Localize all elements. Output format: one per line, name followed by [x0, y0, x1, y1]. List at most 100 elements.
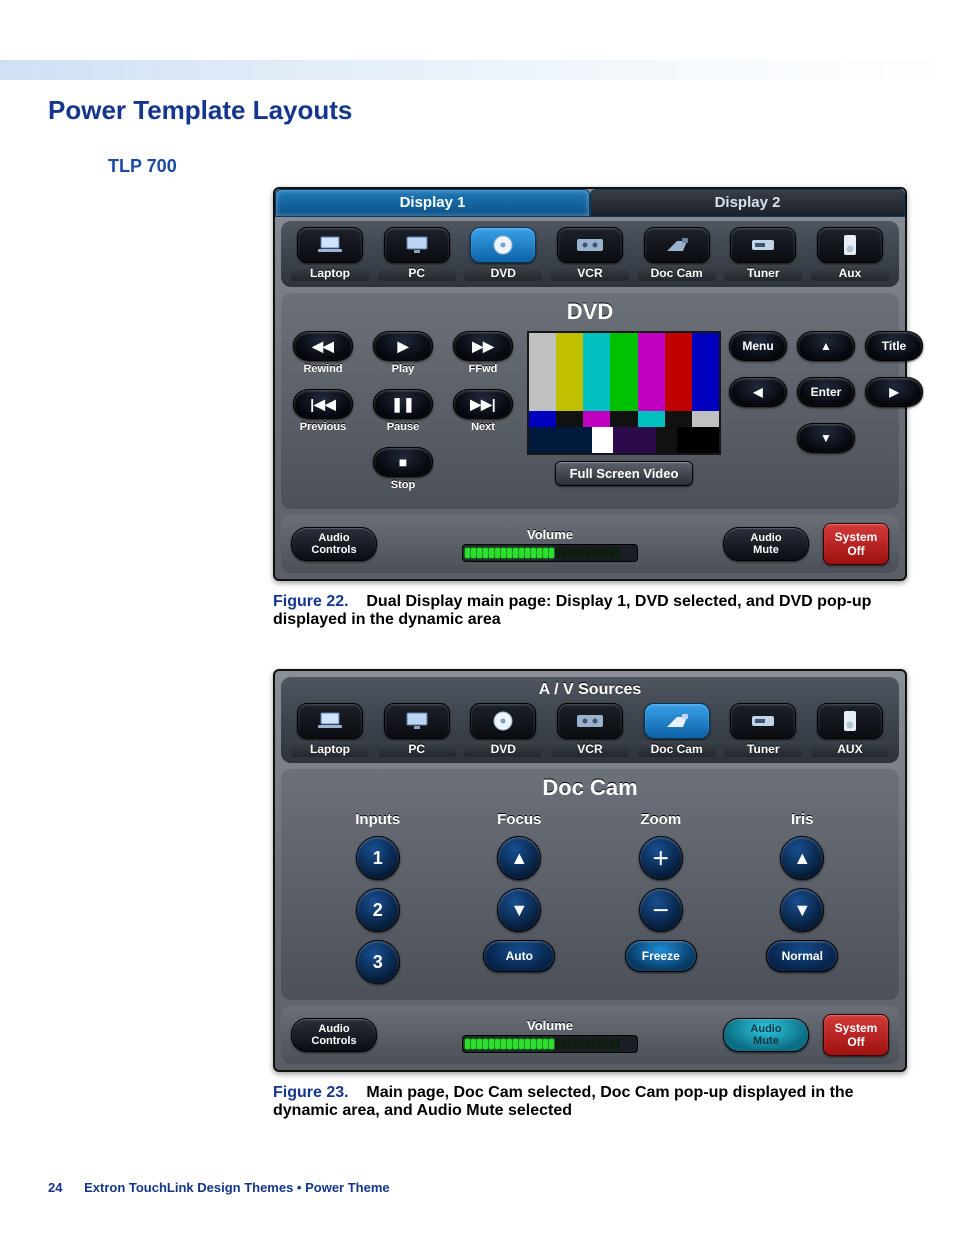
- focus-auto-button[interactable]: Auto: [483, 940, 555, 972]
- ffwd-label: FFwd: [469, 363, 498, 375]
- dvd-title: DVD: [287, 299, 893, 325]
- monitor-icon: [404, 235, 430, 255]
- caption-fig23: Figure 23. Main page, Doc Cam selected, …: [273, 1084, 903, 1120]
- next-button[interactable]: ▶▶|: [453, 389, 513, 419]
- laptop-icon: [315, 711, 345, 731]
- caption-fig22: Figure 22. Dual Display main page: Displ…: [273, 593, 903, 629]
- src-tuner[interactable]: [730, 227, 796, 263]
- zoom-out-button[interactable]: －: [639, 888, 683, 932]
- audio-controls-button-23[interactable]: Audio Controls: [291, 1018, 377, 1052]
- freeze-button[interactable]: Freeze: [625, 940, 697, 972]
- fig23-number: Figure 23.: [273, 1084, 349, 1101]
- src-pc[interactable]: [384, 227, 450, 263]
- title-button[interactable]: Title: [865, 331, 923, 361]
- iris-normal-button[interactable]: Normal: [766, 940, 838, 972]
- volume-label-23: Volume: [527, 1018, 573, 1033]
- zoom-in-button[interactable]: ＋: [639, 836, 683, 880]
- system-off-button[interactable]: System Off: [823, 523, 889, 565]
- nav-down-button[interactable]: ▼: [797, 423, 855, 453]
- src23-dvd-label: DVD: [464, 741, 542, 757]
- previous-button[interactable]: |◀◀: [293, 389, 353, 419]
- src23-doccam-label: Doc Cam: [638, 741, 716, 757]
- doccam-icon: [663, 235, 691, 255]
- volume-label: Volume: [527, 527, 573, 542]
- footer-text: Extron TouchLink Design Themes • Power T…: [84, 1180, 390, 1195]
- cassette-icon: [575, 236, 605, 254]
- ipod-icon: [842, 234, 858, 256]
- src23-aux[interactable]: [817, 703, 883, 739]
- src-vcr[interactable]: [557, 227, 623, 263]
- disc-icon: [491, 709, 515, 733]
- stop-label: Stop: [391, 479, 415, 491]
- pause-label: Pause: [387, 421, 419, 433]
- panel-fig22: Display 1 Display 2 Laptop PC DVD VCR Do…: [273, 187, 907, 581]
- audio-mute-button[interactable]: Audio Mute: [723, 527, 809, 561]
- src23-vcr[interactable]: [557, 703, 623, 739]
- menu-button[interactable]: Menu: [729, 331, 787, 361]
- src23-dvd[interactable]: [470, 703, 536, 739]
- nav-up-button[interactable]: ▲: [797, 331, 855, 361]
- tab-display1[interactable]: Display 1: [275, 189, 590, 217]
- src-pc-label: PC: [378, 265, 456, 281]
- src23-doccam[interactable]: [644, 703, 710, 739]
- src23-tuner-label: Tuner: [724, 741, 802, 757]
- src-doccam-label: Doc Cam: [638, 265, 716, 281]
- tab-display2[interactable]: Display 2: [590, 189, 905, 217]
- volume-bar[interactable]: [462, 544, 638, 562]
- src-aux[interactable]: [817, 227, 883, 263]
- fig22-number: Figure 22.: [273, 593, 349, 610]
- rewind-button[interactable]: ◀◀: [293, 331, 353, 361]
- next-label: Next: [471, 421, 495, 433]
- focus-down-button[interactable]: ▼: [497, 888, 541, 932]
- src23-laptop[interactable]: [297, 703, 363, 739]
- iris-header: Iris: [791, 811, 814, 828]
- model-heading: TLP 700: [108, 156, 906, 177]
- play-label: Play: [392, 363, 415, 375]
- section-heading: Power Template Layouts: [48, 95, 906, 126]
- input-3-button[interactable]: 3: [356, 940, 400, 984]
- rewind-label: Rewind: [303, 363, 342, 375]
- nav-right-button[interactable]: ▶: [865, 377, 923, 407]
- tuner-icon: [749, 712, 777, 730]
- audio-controls-button[interactable]: Audio Controls: [291, 527, 377, 561]
- ipod-icon: [842, 710, 858, 732]
- src-laptop-label: Laptop: [291, 265, 369, 281]
- src23-tuner[interactable]: [730, 703, 796, 739]
- src-vcr-label: VCR: [551, 265, 629, 281]
- src23-laptop-label: Laptop: [291, 741, 369, 757]
- page-number: 24: [48, 1180, 62, 1195]
- system-off-button-23[interactable]: System Off: [823, 1014, 889, 1056]
- src-laptop[interactable]: [297, 227, 363, 263]
- iris-up-button[interactable]: ▲: [780, 836, 824, 880]
- input-2-button[interactable]: 2: [356, 888, 400, 932]
- enter-button[interactable]: Enter: [797, 377, 855, 407]
- audio-mute-button-23[interactable]: Audio Mute: [723, 1018, 809, 1052]
- src23-aux-label: AUX: [811, 741, 889, 757]
- src23-pc-label: PC: [378, 741, 456, 757]
- laptop-icon: [315, 235, 345, 255]
- iris-down-button[interactable]: ▼: [780, 888, 824, 932]
- monitor-icon: [404, 711, 430, 731]
- doccam-icon: [663, 711, 691, 731]
- stop-button[interactable]: ■: [373, 447, 433, 477]
- fig23-text: Main page, Doc Cam selected, Doc Cam pop…: [273, 1084, 854, 1119]
- focus-up-button[interactable]: ▲: [497, 836, 541, 880]
- src23-vcr-label: VCR: [551, 741, 629, 757]
- zoom-header: Zoom: [640, 811, 681, 828]
- src-dvd[interactable]: [470, 227, 536, 263]
- src-tuner-label: Tuner: [724, 265, 802, 281]
- ffwd-button[interactable]: ▶▶: [453, 331, 513, 361]
- src-dvd-label: DVD: [464, 265, 542, 281]
- play-button[interactable]: ▶: [373, 331, 433, 361]
- pause-button[interactable]: ❚❚: [373, 389, 433, 419]
- focus-header: Focus: [497, 811, 541, 828]
- smpte-preview: [527, 331, 721, 455]
- input-1-button[interactable]: 1: [356, 836, 400, 880]
- inputs-header: Inputs: [355, 811, 400, 828]
- src-doccam[interactable]: [644, 227, 710, 263]
- av-sources-header: A / V Sources: [285, 681, 895, 699]
- volume-bar-23[interactable]: [462, 1035, 638, 1053]
- fullscreen-button[interactable]: Full Screen Video: [555, 461, 694, 486]
- nav-left-button[interactable]: ◀: [729, 377, 787, 407]
- src23-pc[interactable]: [384, 703, 450, 739]
